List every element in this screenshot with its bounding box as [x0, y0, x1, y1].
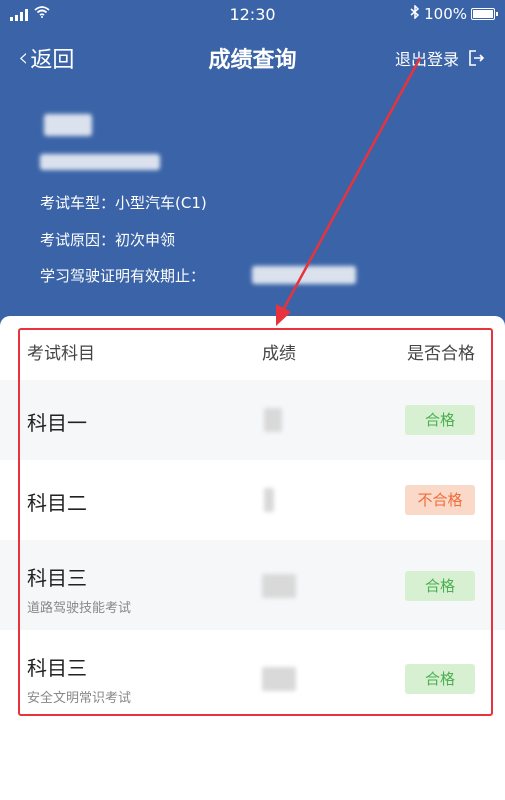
- annotation-arrow: [276, 57, 422, 326]
